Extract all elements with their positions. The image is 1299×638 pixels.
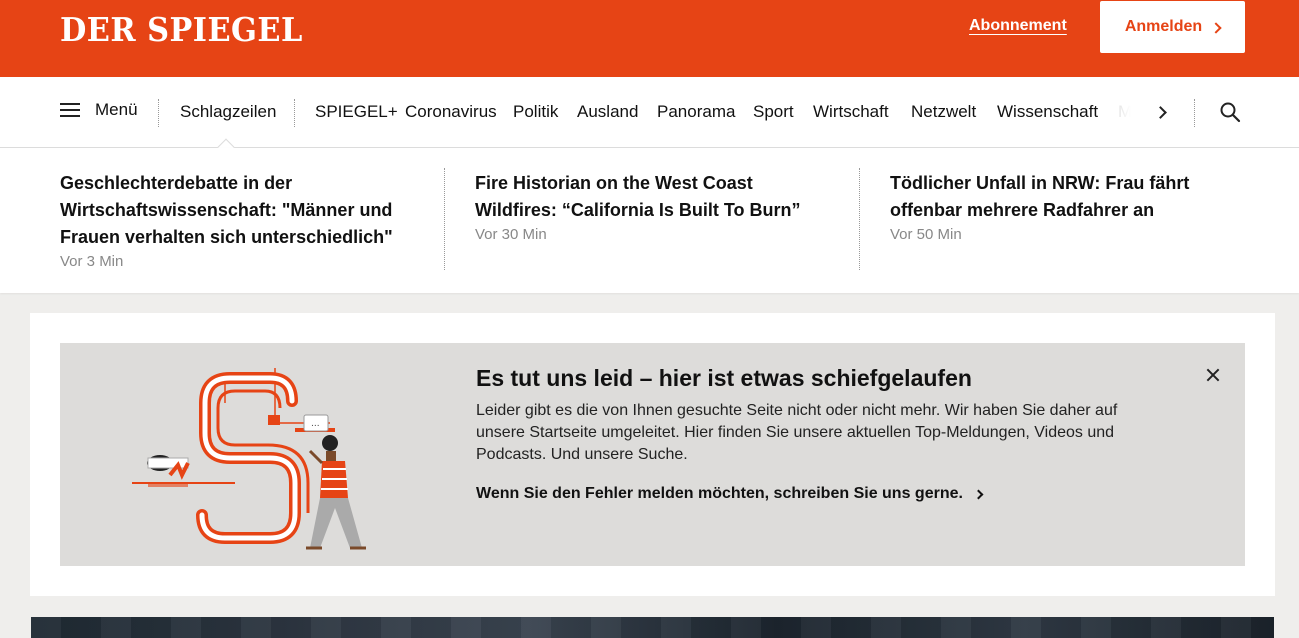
headline-divider	[859, 168, 860, 270]
chevron-right-icon	[973, 489, 984, 499]
error-card: ... Es tut uns leid – hier ist etwas sch…	[30, 313, 1275, 596]
error-title: Es tut uns leid – hier ist etwas schiefg…	[476, 365, 972, 391]
headline-item[interactable]: Geschlechterdebatte in der Wirtschaftswi…	[60, 170, 420, 270]
error-panel: ... Es tut uns leid – hier ist etwas sch…	[60, 343, 1245, 566]
menu-label: Menü	[95, 100, 138, 119]
speech-bubble-text: ...	[311, 419, 320, 429]
login-button[interactable]: Anmelden	[1100, 1, 1245, 53]
nav-item-wissenschaft[interactable]: Wissenschaft	[997, 102, 1098, 122]
nav-item-sport[interactable]: Sport	[753, 102, 794, 122]
nav-fade-overlay	[1100, 77, 1144, 147]
search-icon[interactable]	[1219, 101, 1241, 123]
headline-title: Geschlechterdebatte in der Wirtschaftswi…	[60, 173, 393, 247]
headline-title: Tödlicher Unfall in NRW: Frau fährt offe…	[890, 173, 1190, 220]
nav-item-politik[interactable]: Politik	[513, 102, 558, 122]
hamburger-icon	[60, 103, 80, 117]
error-illustration: ...	[132, 368, 366, 550]
headline-item[interactable]: Tödlicher Unfall in NRW: Frau fährt offe…	[890, 170, 1250, 243]
nav-divider	[294, 99, 295, 127]
nav-item-netzwelt[interactable]: Netzwelt	[911, 102, 976, 122]
report-error-link[interactable]: Wenn Sie den Fehler melden möchten, schr…	[476, 485, 984, 503]
main-navigation: Menü Schlagzeilen SPIEGEL+ Coronavirus P…	[0, 77, 1299, 148]
menu-button[interactable]: Menü	[60, 100, 138, 120]
nav-item-panorama[interactable]: Panorama	[657, 102, 735, 122]
nav-item-ausland[interactable]: Ausland	[577, 102, 638, 122]
nav-item-coronavirus[interactable]: Coronavirus	[405, 102, 497, 122]
headline-timestamp: Vor 30 Min	[475, 226, 547, 243]
headlines-strip: Geschlechterdebatte in der Wirtschaftswi…	[0, 148, 1299, 293]
spiegel-logo[interactable]: DER SPIEGEL	[60, 10, 303, 49]
headline-divider	[444, 168, 445, 270]
headline-title: Fire Historian on the West Coast Wildfir…	[475, 173, 801, 220]
error-description: Leider gibt es die von Ihnen gesuchte Se…	[476, 402, 1118, 463]
site-header: DER SPIEGEL Abonnement Anmelden	[0, 0, 1299, 77]
nav-item-schlagzeilen[interactable]: Schlagzeilen	[180, 102, 276, 122]
close-icon[interactable]	[1203, 365, 1223, 385]
chevron-right-icon	[1210, 22, 1222, 34]
nav-divider	[1194, 99, 1195, 127]
headline-item[interactable]: Fire Historian on the West Coast Wildfir…	[475, 170, 835, 243]
headline-timestamp: Vor 50 Min	[890, 226, 962, 243]
nav-scroll-right-button[interactable]	[1152, 103, 1172, 123]
nav-divider	[158, 99, 159, 127]
teaser-image[interactable]	[31, 617, 1274, 638]
report-error-label: Wenn Sie den Fehler melden möchten, schr…	[476, 485, 963, 502]
login-label: Anmelden	[1124, 18, 1203, 35]
nav-item-wirtschaft[interactable]: Wirtschaft	[813, 102, 889, 122]
nav-item-spiegel-plus[interactable]: SPIEGEL+	[315, 102, 398, 122]
headline-timestamp: Vor 3 Min	[60, 253, 124, 270]
subscription-link[interactable]: Abonnement	[969, 17, 1067, 35]
